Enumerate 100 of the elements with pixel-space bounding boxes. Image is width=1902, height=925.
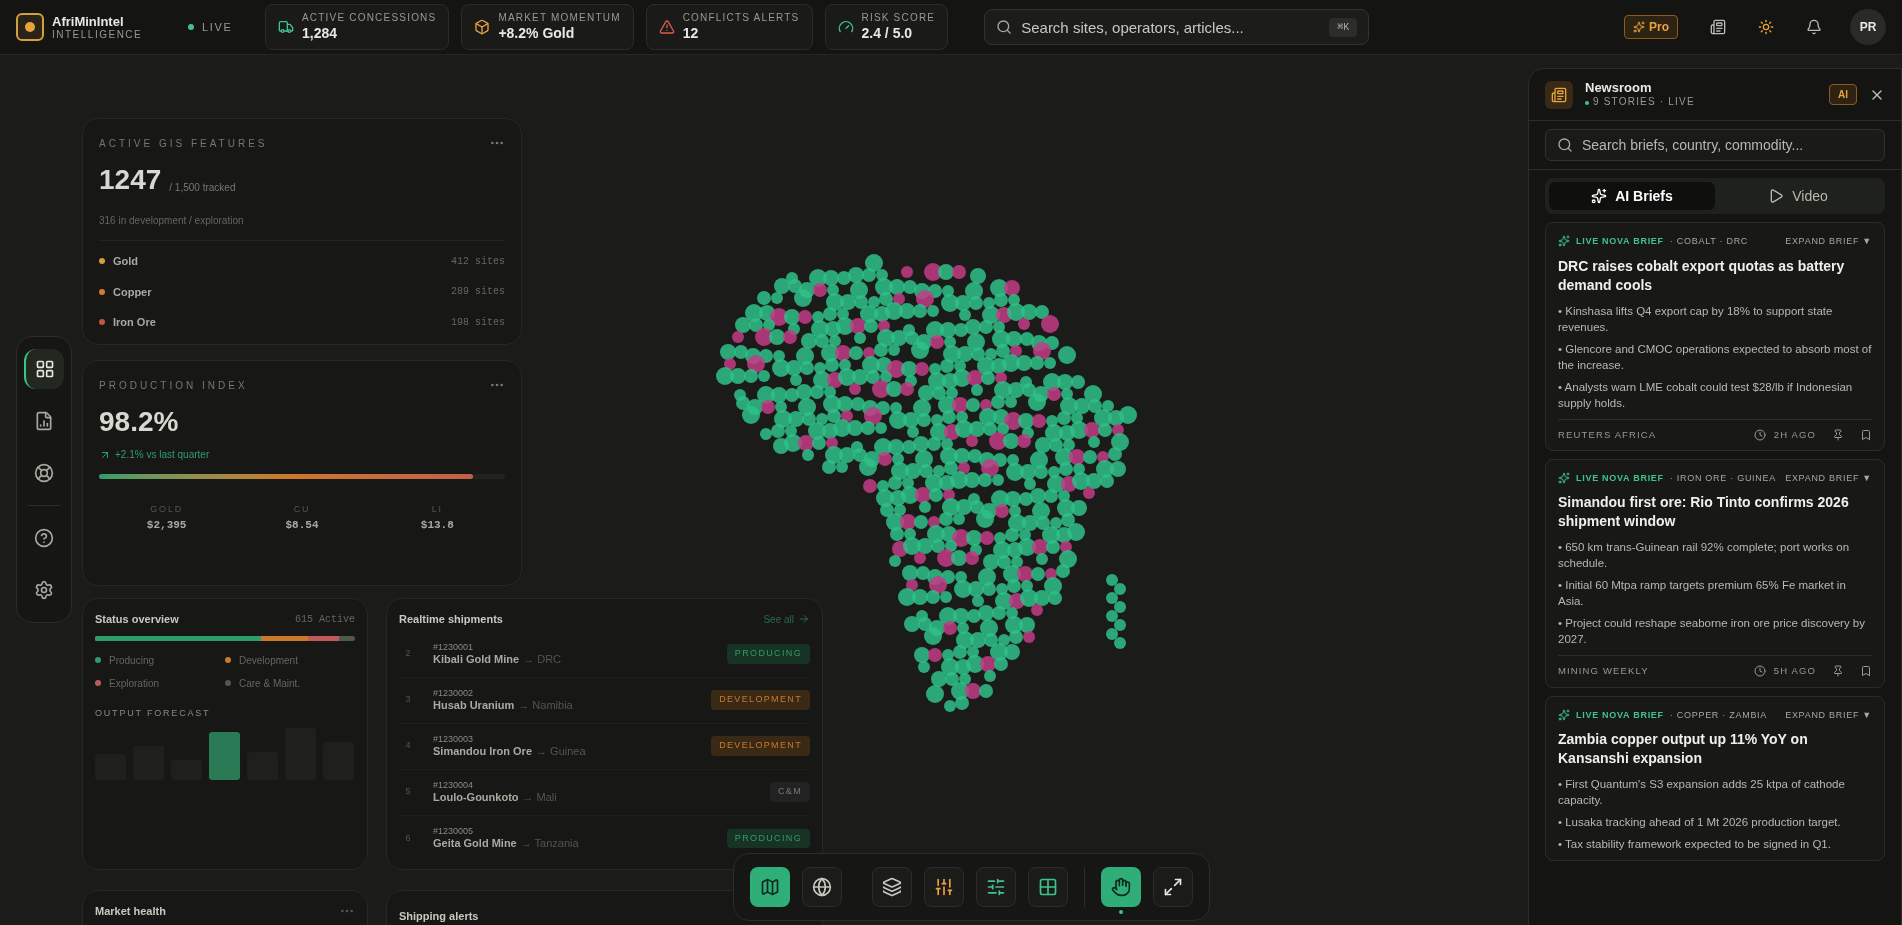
clock-icon (1753, 428, 1766, 441)
sparkle-icon (1558, 708, 1570, 721)
card-title: PRODUCTION INDEX (99, 378, 248, 393)
shipment-destination: → Guinea (536, 744, 586, 759)
newsroom-subtitle: 9 STORIES · LIVE (1593, 96, 1695, 109)
sun-icon[interactable] (1758, 19, 1774, 35)
pin-icon[interactable] (1832, 665, 1844, 678)
commodity-name: Copper (113, 284, 152, 300)
commodity-sites: 289 sites (451, 285, 505, 300)
status-badge: C&M (769, 782, 810, 802)
stat-label: ACTIVE CONCESSIONS (302, 12, 437, 25)
warning-icon (658, 19, 675, 35)
commodity-name: Gold (113, 254, 139, 269)
help-icon (34, 528, 54, 548)
price-value: $2,395 (146, 517, 187, 533)
report-icon (34, 411, 54, 431)
shipment-row[interactable]: 2 #1230001 Kibali Gold Mine → DRC PRODUCING (399, 631, 810, 678)
brief-point: • Analysts warn LME cobalt could test $28/lb if Indonesian supply holds. (1558, 379, 1854, 411)
brief-point: • Tax stability framework expected to be signed in Q1. (1558, 837, 1832, 852)
commodity-sites: 198 sites (451, 315, 505, 330)
tool-button[interactable] (1101, 867, 1141, 907)
brief-title: Simandou first ore: Rio Tinto confirms 2026 shipment window (1558, 493, 1850, 532)
stat-label: CONFLICTS ALERTS (682, 12, 800, 25)
tool-button[interactable] (802, 867, 842, 907)
brief-title: DRC raises cobalt export quotas as battery demand cools (1558, 256, 1846, 295)
newspaper-icon (1551, 86, 1567, 103)
brief-point: • Project could reshape seaborne iron ore price discovery by 2027. (1558, 616, 1867, 648)
bookmark-icon[interactable] (1860, 428, 1872, 441)
status-badge: DEVELOPMENT (711, 736, 810, 756)
stat-value: 2.4 / 5.0 (861, 24, 914, 42)
stat-value: 1,284 (302, 24, 339, 42)
legend-label: Development (239, 653, 298, 668)
newspaper-icon[interactable] (1710, 19, 1726, 35)
feature-count: 1247 (99, 163, 162, 197)
production-value: 98.2% (99, 405, 180, 439)
tool-button[interactable] (976, 867, 1016, 907)
brief-source: MINING WEEKLY (1558, 664, 1649, 679)
expand-button[interactable]: EXPAND BRIEF ▼ (1785, 708, 1872, 722)
tool-button[interactable] (750, 867, 790, 907)
card-title: Realtime shipments (399, 612, 503, 627)
shipment-destination: → DRC (523, 652, 562, 667)
news-tab[interactable]: AI Briefs (1549, 182, 1715, 210)
play-icon (1768, 188, 1785, 204)
ai-badge: AI (1829, 84, 1857, 105)
lifebuoy-icon (34, 463, 54, 483)
rail-button[interactable] (24, 349, 64, 389)
pin-icon[interactable] (1832, 428, 1844, 441)
brief-point: • Glencore and CMOC operations expected to absorb most of the increase. (1558, 341, 1872, 373)
shortcut-key: ⌘K (1329, 18, 1358, 37)
bookmark-icon[interactable] (1860, 665, 1872, 678)
brief-time: 2H AGO (1773, 427, 1816, 442)
shipment-name: Husab Uranium (433, 698, 515, 713)
active-count: 615 Active (295, 612, 355, 627)
user-avatar[interactable]: PR (1850, 9, 1886, 45)
commodity-name: Iron Ore (113, 315, 156, 330)
brief-topic: · IRON ORE · GUINEA (1669, 471, 1776, 485)
brief-point: • First Quantum's S3 expansion adds 25 ktpa of cathode capacity. (1558, 777, 1846, 808)
shipment-id: #1230005 (433, 826, 475, 838)
brief-time: 5H AGO (1773, 664, 1816, 679)
brief-tag: LIVE NOVA BRIEF (1576, 708, 1664, 722)
legend-label: Care & Maint. (239, 676, 301, 691)
expand-button[interactable]: EXPAND BRIEF ▼ (1785, 235, 1872, 249)
box-icon (474, 19, 491, 35)
tool-button[interactable] (924, 867, 964, 907)
tool-button[interactable] (872, 867, 912, 907)
gauge-icon (837, 19, 854, 35)
shipment-name: Geita Gold Mine (433, 837, 517, 851)
card-title: Market health (95, 904, 166, 919)
status-badge: PRODUCING (726, 644, 810, 664)
legend-label: Producing (109, 653, 155, 668)
expand-button[interactable]: EXPAND BRIEF ▼ (1785, 471, 1872, 486)
shipment-id: #1230002 (433, 687, 475, 699)
brief-tag: LIVE NOVA BRIEF (1576, 471, 1664, 486)
status-badge: PRODUCING (726, 828, 810, 849)
news-search-field[interactable]: Search briefs, country, commodity... (1545, 129, 1885, 161)
search-icon (996, 19, 1013, 35)
legend-label: Exploration (109, 676, 160, 691)
tool-button[interactable] (1153, 867, 1193, 907)
clock-icon (1753, 665, 1766, 678)
shipment-destination: → Namibia (518, 698, 573, 713)
notification-icon[interactable] (1806, 19, 1822, 35)
shipment-name: Kibali Gold Mine (433, 652, 520, 667)
shipment-id: #1230004 (433, 779, 475, 791)
brief-point: • Lusaka tracking ahead of 1 Mt 2026 production target. (1558, 815, 1842, 830)
stat-value: +8.2% Gold (498, 24, 576, 42)
production-change: +2.1% vs last quarter (115, 448, 210, 462)
settings-icon (34, 580, 54, 600)
news-tab[interactable]: Video (1715, 182, 1881, 210)
shipment-destination: → Tanzania (520, 837, 579, 851)
forecast-title: OUTPUT FORECAST (95, 706, 212, 720)
commodity-sites: 412 sites (451, 254, 505, 269)
pro-button[interactable]: Pro (1624, 15, 1678, 39)
brand-name: AfriMinIntel (52, 14, 125, 28)
tool-button[interactable] (1028, 867, 1068, 907)
search-icon (1557, 137, 1573, 153)
truck-icon (278, 19, 294, 35)
brief-topic: · COPPER · ZAMBIA (1669, 708, 1768, 722)
logo-icon (16, 13, 44, 41)
card-title: ACTIVE GIS FEATURES (99, 136, 268, 151)
feature-note: 316 in development / exploration (99, 214, 245, 228)
